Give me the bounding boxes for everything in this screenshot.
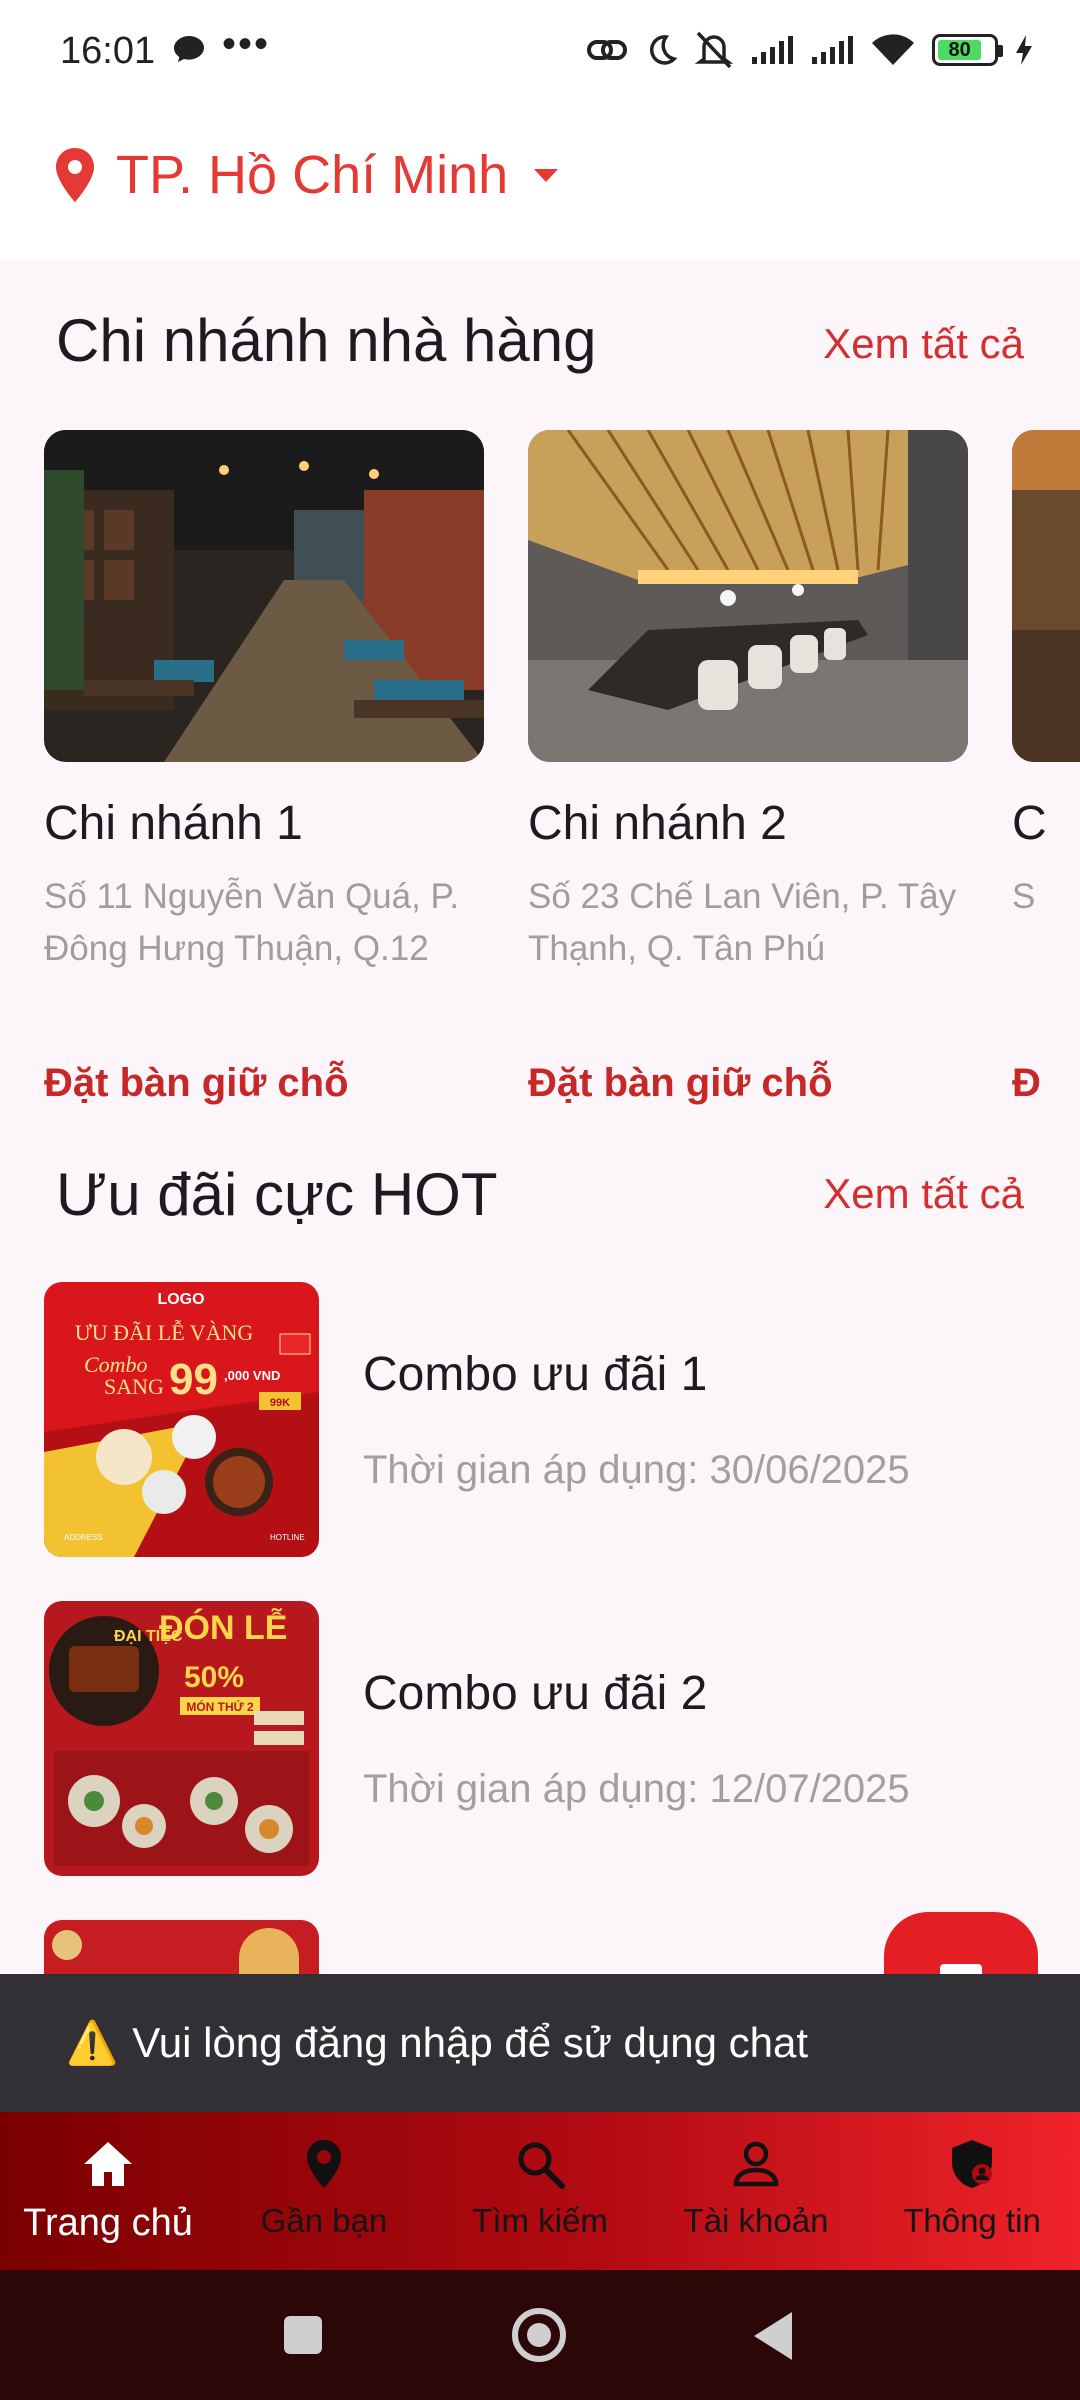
branch-card[interactable]: Chi nhánh 2 Số 23 Chế Lan Viên, P. Tây T… xyxy=(528,430,968,1106)
branch-address: S xyxy=(1012,877,1036,916)
branches-carousel[interactable]: Chi nhánh 1 Số 11 Nguyễn Văn Quá, P. Đôn… xyxy=(44,430,1080,1130)
mute-icon xyxy=(694,31,734,69)
location-pin-icon xyxy=(307,2140,341,2188)
branch-photo xyxy=(528,430,968,762)
nav-label: Tìm kiếm xyxy=(472,2202,608,2239)
poster-price-suffix: ,000 VND xyxy=(224,1368,280,1383)
branch-photo xyxy=(1012,430,1080,762)
charging-icon xyxy=(1016,35,1032,65)
book-table-button[interactable]: Đặt bàn giữ chỗ xyxy=(44,1061,484,1106)
back-button[interactable] xyxy=(754,2312,792,2360)
moon-icon xyxy=(649,35,678,65)
recent-apps-button[interactable] xyxy=(284,2316,322,2354)
branch-photo xyxy=(44,430,484,762)
poster-discount: 50% xyxy=(184,1661,244,1694)
nav-label: Tài khoản xyxy=(683,2202,829,2239)
messenger-icon xyxy=(174,36,204,62)
shield-account-icon xyxy=(952,2140,992,2188)
poster-headline: ƯU ĐÃI LỄ VÀNG xyxy=(75,1320,254,1345)
login-required-snackbar: ⚠️ Vui lòng đăng nhập để sử dụng chat xyxy=(0,1974,1080,2112)
nav-item-info[interactable]: Thông tin xyxy=(864,2112,1080,2270)
battery-icon: 80 xyxy=(932,34,1003,66)
link-icon xyxy=(587,40,627,60)
status-time: 16:01 xyxy=(60,30,156,72)
search-icon xyxy=(518,2142,565,2189)
branch-name: C xyxy=(1012,797,1047,850)
poster-footer-left: ADDRESS xyxy=(64,1533,103,1542)
promo-item-partial[interactable] xyxy=(44,1920,319,1974)
promo-poster: ĐẠI TIỆC ĐÓN LỄ 50% MÓN THỨ 2 xyxy=(44,1601,319,1876)
signal-icon xyxy=(752,36,793,64)
home-button[interactable] xyxy=(512,2308,566,2362)
poster-price: 99 xyxy=(169,1355,218,1404)
poster-headline: ĐÓN LỄ xyxy=(159,1609,287,1647)
nav-item-search[interactable]: Tìm kiếm xyxy=(432,2112,648,2270)
location-selector[interactable]: TP. Hồ Chí Minh xyxy=(52,144,560,206)
branches-section-title: Chi nhánh nhà hàng xyxy=(56,307,597,374)
promo-poster: LOGO ƯU ĐÃI LỄ VÀNG Combo SANG 99 ,000 V… xyxy=(44,1282,319,1557)
promo-item[interactable]: LOGO ƯU ĐÃI LỄ VÀNG Combo SANG 99 ,000 V… xyxy=(44,1282,1024,1557)
status-more-dots: ••• xyxy=(222,22,271,66)
battery-level: 80 xyxy=(938,39,982,61)
branch-card[interactable]: C S Đ xyxy=(1012,430,1080,1106)
snackbar-text: Vui lòng đăng nhập để sử dụng chat xyxy=(132,2019,809,2066)
poster-logo-mark xyxy=(52,1930,82,1960)
poster-logo: LOGO xyxy=(157,1291,204,1308)
poster-footer-right: HOTLINE xyxy=(270,1533,305,1542)
location-pin-icon xyxy=(56,148,94,202)
poster-sub: MÓN THỨ 2 xyxy=(186,1699,254,1714)
promo-date: Thời gian áp dụng: 12/07/2025 xyxy=(363,1766,910,1811)
nav-label: Thông tin xyxy=(903,2202,1041,2239)
app-header: TP. Hồ Chí Minh xyxy=(0,100,1080,260)
nav-label: Gần bạn xyxy=(260,2202,388,2239)
location-city: TP. Hồ Chí Minh xyxy=(116,145,509,205)
poster-ornament xyxy=(239,1928,299,1974)
promo-item[interactable]: ĐẠI TIỆC ĐÓN LỄ 50% MÓN THỨ 2 Combo ưu đ… xyxy=(44,1601,1024,1876)
promos-see-all-link[interactable]: Xem tất cả xyxy=(823,1170,1024,1218)
branch-card[interactable]: Chi nhánh 1 Số 11 Nguyễn Văn Quá, P. Đôn… xyxy=(44,430,484,1106)
branch-address: Số 11 Nguyễn Văn Quá, P. Đông Hưng Thuận… xyxy=(44,877,460,968)
poster-badge: 99K xyxy=(270,1397,290,1409)
branch-name: Chi nhánh 2 xyxy=(528,797,787,850)
caret-down-icon xyxy=(534,169,559,182)
nav-label: Trang chủ xyxy=(23,2202,193,2244)
branch-address: Số 23 Chế Lan Viên, P. Tây Thạnh, Q. Tân… xyxy=(528,877,957,968)
branch-name: Chi nhánh 1 xyxy=(44,797,303,850)
system-navigation-bar xyxy=(0,2270,1080,2400)
warning-icon: ⚠️ xyxy=(66,2018,119,2066)
poster-sang: SANG xyxy=(104,1374,164,1399)
wifi-icon xyxy=(872,34,914,65)
person-icon xyxy=(733,2141,779,2187)
bottom-navigation: Trang chủ Gần bạn Tìm kiếm Tài khoản Thô… xyxy=(0,2112,1080,2270)
signal-icon xyxy=(812,36,853,64)
promo-title: Combo ưu đãi 2 xyxy=(363,1666,708,1720)
home-icon xyxy=(84,2142,132,2186)
nav-item-account[interactable]: Tài khoản xyxy=(648,2112,864,2270)
nav-item-nearby[interactable]: Gần bạn xyxy=(216,2112,432,2270)
promos-section-title: Ưu đãi cực HOT xyxy=(56,1161,498,1228)
book-table-button[interactable]: Đặt bàn giữ chỗ xyxy=(528,1061,968,1106)
promo-date: Thời gian áp dụng: 30/06/2025 xyxy=(363,1447,910,1492)
status-bar: 16:01 ••• 80 xyxy=(0,0,1080,100)
promo-title: Combo ưu đãi 1 xyxy=(363,1347,708,1401)
nav-item-home[interactable]: Trang chủ xyxy=(0,2112,216,2270)
branches-see-all-link[interactable]: Xem tất cả xyxy=(823,320,1024,368)
book-table-button[interactable]: Đ xyxy=(1012,1061,1080,1106)
